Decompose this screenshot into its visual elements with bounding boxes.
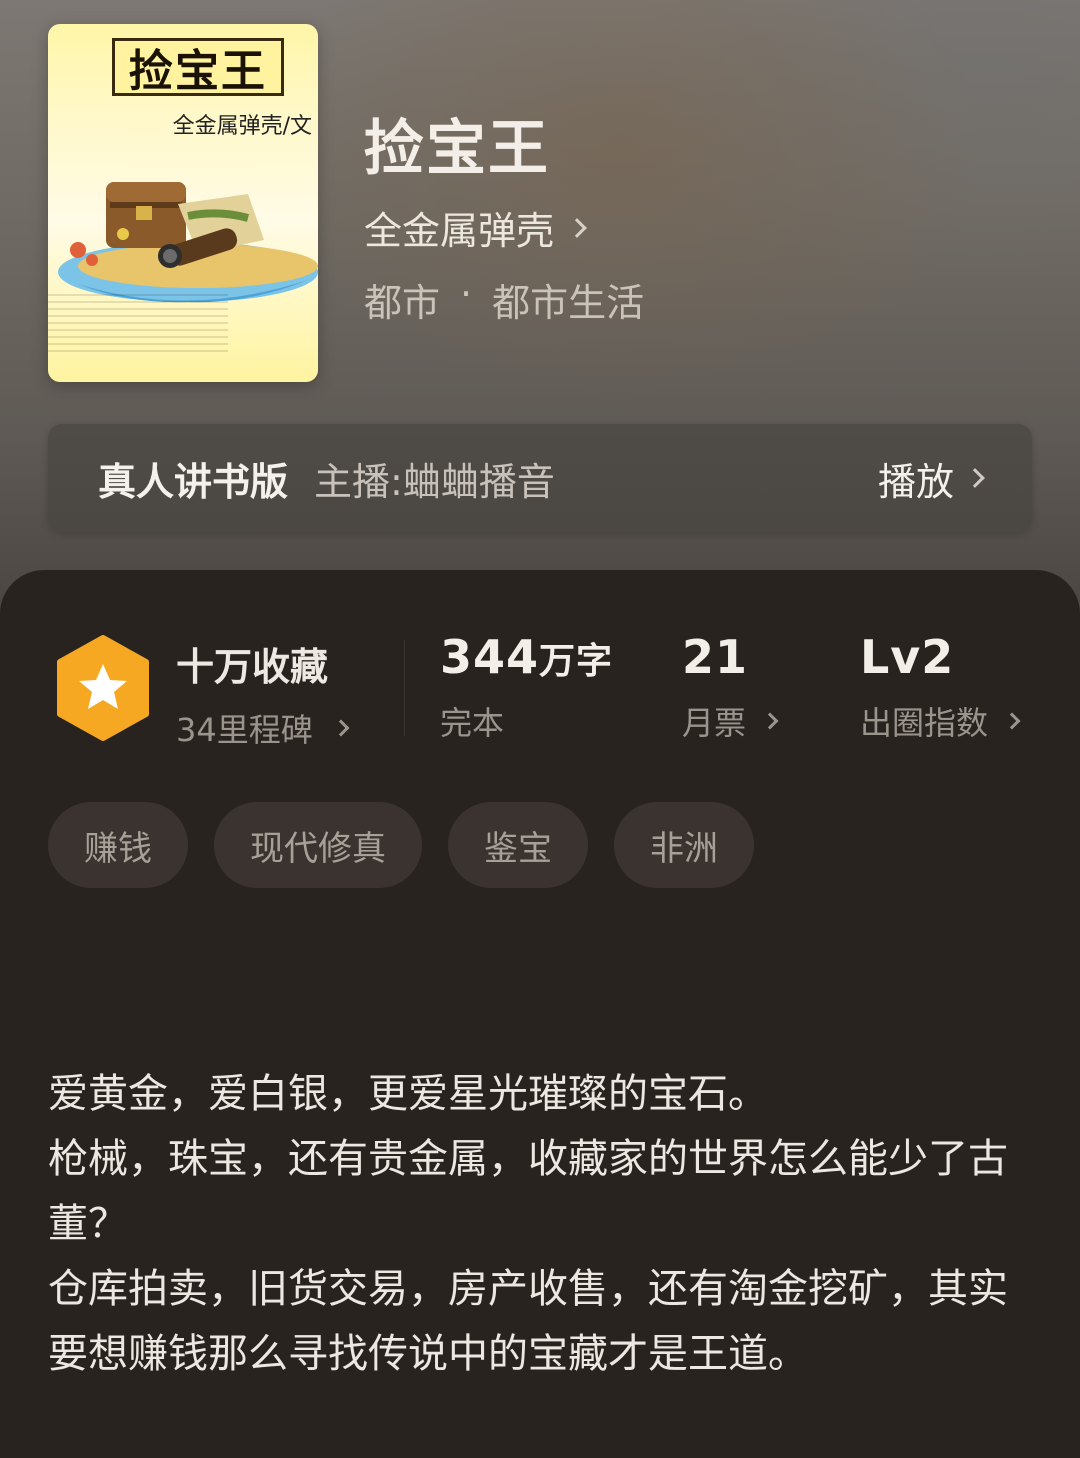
synopsis-line: 枪械，珠宝，还有贵金属，收藏家的世界怎么能少了古董？ (48, 1136, 1008, 1247)
play-label: 播放 (877, 459, 954, 504)
circle-index-stat[interactable]: Lv2 出圈指数 (860, 630, 1021, 744)
word-count-unit: 万字 (539, 641, 614, 682)
completion-status: 完本 (440, 704, 505, 742)
tag-chip[interactable]: 现代修真 (214, 802, 422, 888)
milestone-subtitle: 34里程碑 (176, 711, 313, 749)
synopsis-line: 仓库拍卖，旧货交易，房产收售，还有淘金挖矿，其实要想赚钱那么寻找传说中的宝藏才是… (48, 1266, 1008, 1377)
genre-separator: · (460, 272, 473, 316)
chevron-right-icon (965, 468, 985, 488)
monthly-ticket-stat[interactable]: 21 月票 (682, 630, 779, 744)
tag-list: 赚钱 现代修真 鉴宝 非洲 (48, 802, 754, 888)
chevron-right-icon (567, 217, 587, 238)
chevron-right-icon (332, 719, 350, 737)
treasure-chest-illustration (58, 182, 318, 303)
genre-primary[interactable]: 都市 (364, 272, 440, 327)
tag-chip[interactable]: 非洲 (614, 802, 754, 888)
stats-divider (404, 640, 405, 736)
book-cover[interactable]: 捡宝王 全金属弹壳/文 (48, 24, 318, 382)
circle-index-label: 出圈指数 (860, 704, 989, 742)
circle-index-value: Lv2 (860, 630, 955, 684)
monthly-ticket-label: 月票 (682, 704, 747, 742)
cover-fine-print (48, 294, 228, 354)
author-link[interactable]: 全金属弹壳 (364, 200, 587, 255)
cover-title: 捡宝王 (112, 38, 284, 97)
synopsis: 爱黄金，爱白银，更爱星光璀璨的宝石。 枪械，珠宝，还有贵金属，收藏家的世界怎么能… (48, 1062, 1008, 1387)
chevron-right-icon (1003, 712, 1021, 730)
genre-secondary[interactable]: 都市生活 (492, 272, 644, 327)
tag-chip[interactable]: 鉴宝 (448, 802, 588, 888)
collection-milestone[interactable]: 十万收藏 34里程碑 (176, 636, 350, 751)
monthly-ticket-value: 21 (682, 630, 749, 684)
audiobook-label: 真人讲书版 (98, 459, 289, 504)
synopsis-line: 爱黄金，爱白银，更爱星光璀璨的宝石。 (48, 1071, 768, 1117)
author-name: 全金属弹壳 (364, 209, 555, 253)
book-title: 捡宝王 (364, 114, 550, 184)
tag-chip[interactable]: 赚钱 (48, 802, 188, 888)
cover-author-line: 全金属弹壳/文 (172, 114, 312, 139)
word-count-stat: 344万字 完本 (440, 630, 613, 744)
star-badge-icon (57, 635, 149, 741)
play-button[interactable]: 播放 (877, 451, 985, 506)
genre-breadcrumb: 都市 · 都市生活 (364, 272, 644, 327)
audiobook-host: 主播:蛐蛐播音 (314, 459, 555, 504)
audiobook-bar[interactable]: 真人讲书版 主播:蛐蛐播音 播放 (48, 424, 1032, 532)
word-count-value: 344 (440, 630, 540, 684)
chevron-right-icon (761, 712, 779, 730)
milestone-title: 十万收藏 (176, 645, 329, 689)
